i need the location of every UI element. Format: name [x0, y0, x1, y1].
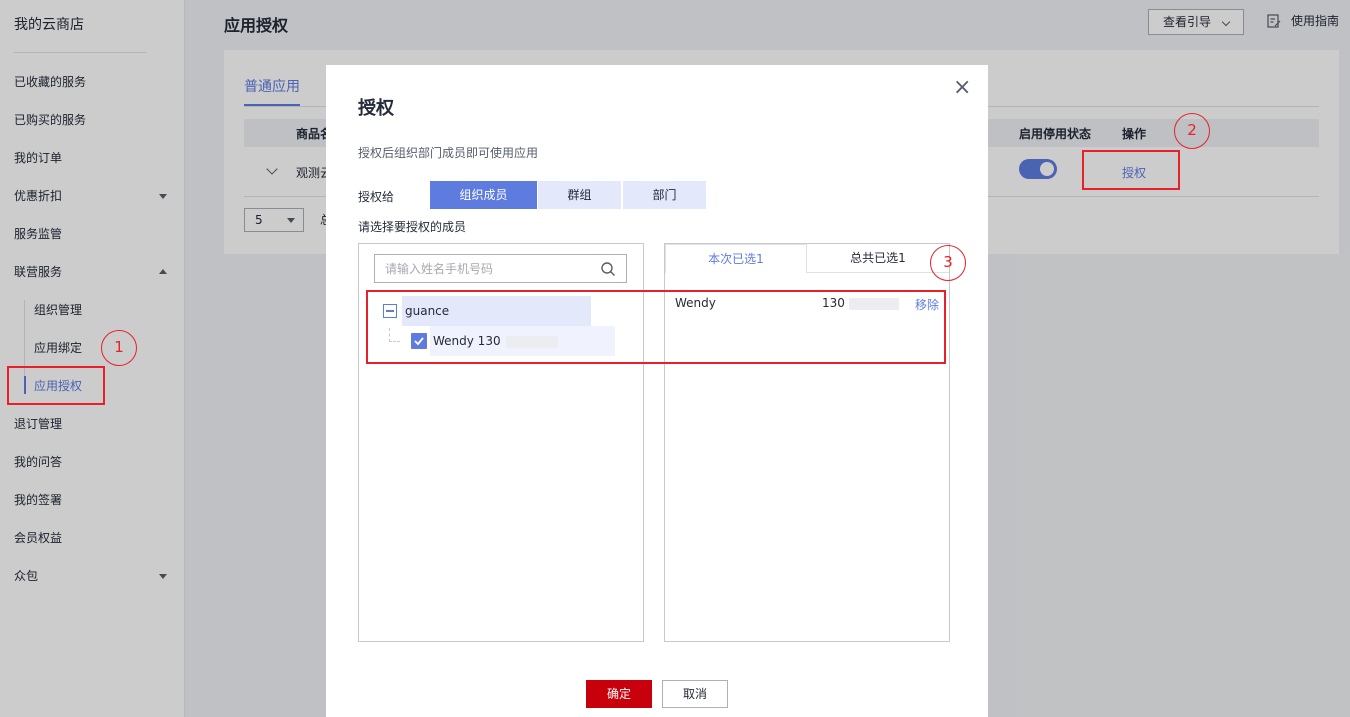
segment-departments[interactable]: 部门 — [623, 181, 706, 209]
select-members-label: 请选择要授权的成员 — [358, 220, 467, 234]
annotation-marker-1: 1 — [101, 330, 137, 366]
search-input[interactable] — [385, 261, 595, 277]
confirm-button[interactable]: 确定 — [586, 680, 652, 708]
dialog-description: 授权后组织部门成员即可使用应用 — [358, 146, 539, 160]
annotation-box-selection — [366, 290, 946, 364]
segment-groups[interactable]: 群组 — [538, 181, 621, 209]
tab-total-selected[interactable]: 总共已选1 — [807, 244, 949, 273]
cancel-button[interactable]: 取消 — [662, 680, 728, 708]
authorize-dialog: × 授权 授权后组织部门成员即可使用应用 授权给 组织成员 群组 部门 请选择要… — [326, 65, 988, 717]
dialog-title: 授权 — [358, 98, 394, 119]
search-icon[interactable] — [600, 261, 616, 277]
search-box — [374, 254, 627, 283]
annotation-marker-3: 3 — [930, 245, 966, 281]
tab-current-selected[interactable]: 本次已选1 — [665, 244, 807, 273]
annotation-marker-2: 2 — [1174, 113, 1210, 149]
segment-members[interactable]: 组织成员 — [430, 181, 537, 209]
authorize-to-label: 授权给 — [358, 190, 395, 204]
annotation-box-action — [1082, 150, 1180, 190]
close-icon[interactable]: × — [953, 77, 971, 99]
annotation-box-sidebar — [7, 366, 105, 405]
